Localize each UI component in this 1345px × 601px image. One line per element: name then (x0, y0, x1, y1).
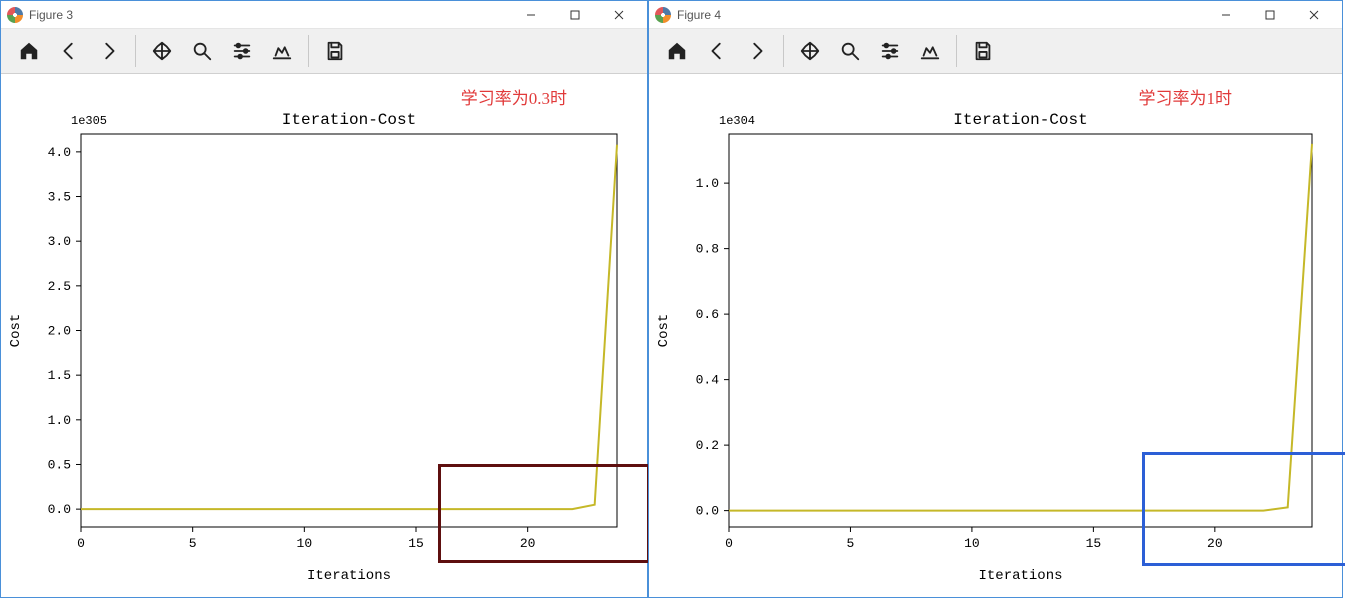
zoom-button[interactable] (182, 31, 222, 71)
svg-text:4.0: 4.0 (48, 145, 71, 160)
svg-text:0.6: 0.6 (696, 307, 719, 322)
close-button[interactable] (597, 1, 641, 29)
toolbar-separator (308, 35, 309, 67)
chart-right: 0 5 10 15 20 0.0 0.2 0.4 0.6 0.8 1.0 Iteration-Cost… (649, 74, 1342, 597)
home-button[interactable] (657, 31, 697, 71)
svg-text:Cost: Cost (656, 314, 672, 348)
forward-button[interactable] (89, 31, 129, 71)
svg-text:1.0: 1.0 (696, 176, 719, 191)
forward-button[interactable] (737, 31, 777, 71)
save-button[interactable] (315, 31, 355, 71)
learning-rate-annotation: 学习率为1时 (1139, 84, 1233, 109)
window-controls (509, 1, 641, 29)
svg-text:0.0: 0.0 (48, 502, 71, 517)
svg-text:1e304: 1e304 (719, 114, 755, 128)
svg-text:5: 5 (847, 536, 855, 551)
edit-button[interactable] (910, 31, 950, 71)
svg-text:0: 0 (77, 536, 85, 551)
toolbar-separator (783, 35, 784, 67)
maximize-button[interactable] (1248, 1, 1292, 29)
matplotlib-icon (7, 7, 23, 23)
learning-rate-annotation: 学习率为0.3时 (461, 84, 567, 109)
svg-text:15: 15 (1086, 536, 1102, 551)
svg-text:0.8: 0.8 (696, 242, 719, 257)
figure-window-3: Figure 3 0 5 10 15 20 0.0 0.5 1.0 1.5 2.0 2.5 3.0 3.… (0, 0, 648, 598)
plot-area[interactable]: 0 5 10 15 20 0.0 0.2 0.4 0.6 0.8 1.0 Iteration-Cost… (649, 74, 1342, 597)
svg-text:2.5: 2.5 (48, 279, 71, 294)
svg-text:2.0: 2.0 (48, 324, 71, 339)
chart-left: 0 5 10 15 20 0.0 0.5 1.0 1.5 2.0 2.5 3.0 3.5 4.0 Itera… (1, 74, 647, 597)
configure-button[interactable] (870, 31, 910, 71)
svg-text:0.0: 0.0 (696, 504, 719, 519)
titlebar[interactable]: Figure 3 (1, 1, 647, 29)
minimize-button[interactable] (1204, 1, 1248, 29)
minimize-button[interactable] (509, 1, 553, 29)
figure-window-4: Figure 4 0 5 10 15 20 0.0 0.2 0.4 0.6 0.8 1.0 Itera… (648, 0, 1343, 598)
edit-button[interactable] (262, 31, 302, 71)
toolbar (649, 29, 1342, 74)
svg-text:3.0: 3.0 (48, 234, 71, 249)
window-controls (1204, 1, 1336, 29)
matplotlib-icon (655, 7, 671, 23)
svg-text:3.5: 3.5 (48, 190, 71, 205)
toolbar-separator (956, 35, 957, 67)
svg-text:20: 20 (520, 536, 536, 551)
svg-text:Iterations: Iterations (978, 568, 1062, 584)
svg-text:Iteration-Cost: Iteration-Cost (282, 111, 416, 129)
svg-text:15: 15 (408, 536, 424, 551)
svg-text:5: 5 (189, 536, 197, 551)
svg-text:10: 10 (297, 536, 313, 551)
pan-button[interactable] (142, 31, 182, 71)
svg-text:0: 0 (725, 536, 733, 551)
svg-text:1.5: 1.5 (48, 368, 71, 383)
pan-button[interactable] (790, 31, 830, 71)
back-button[interactable] (697, 31, 737, 71)
svg-text:20: 20 (1207, 536, 1223, 551)
svg-text:0.4: 0.4 (696, 373, 720, 388)
window-title: Figure 3 (29, 8, 73, 22)
titlebar[interactable]: Figure 4 (649, 1, 1342, 29)
home-button[interactable] (9, 31, 49, 71)
svg-text:Iterations: Iterations (307, 568, 391, 584)
svg-text:10: 10 (964, 536, 980, 551)
svg-text:Iteration-Cost: Iteration-Cost (953, 111, 1087, 129)
toolbar (1, 29, 647, 74)
zoom-button[interactable] (830, 31, 870, 71)
plot-area[interactable]: 0 5 10 15 20 0.0 0.5 1.0 1.5 2.0 2.5 3.0 3.5 4.0 Itera… (1, 74, 647, 597)
save-button[interactable] (963, 31, 1003, 71)
close-button[interactable] (1292, 1, 1336, 29)
svg-text:Cost: Cost (8, 314, 24, 348)
svg-text:1e305: 1e305 (71, 114, 107, 128)
svg-text:0.5: 0.5 (48, 457, 71, 472)
maximize-button[interactable] (553, 1, 597, 29)
svg-text:1.0: 1.0 (48, 413, 71, 428)
configure-button[interactable] (222, 31, 262, 71)
toolbar-separator (135, 35, 136, 67)
svg-text:0.2: 0.2 (696, 438, 719, 453)
window-title: Figure 4 (677, 8, 721, 22)
back-button[interactable] (49, 31, 89, 71)
